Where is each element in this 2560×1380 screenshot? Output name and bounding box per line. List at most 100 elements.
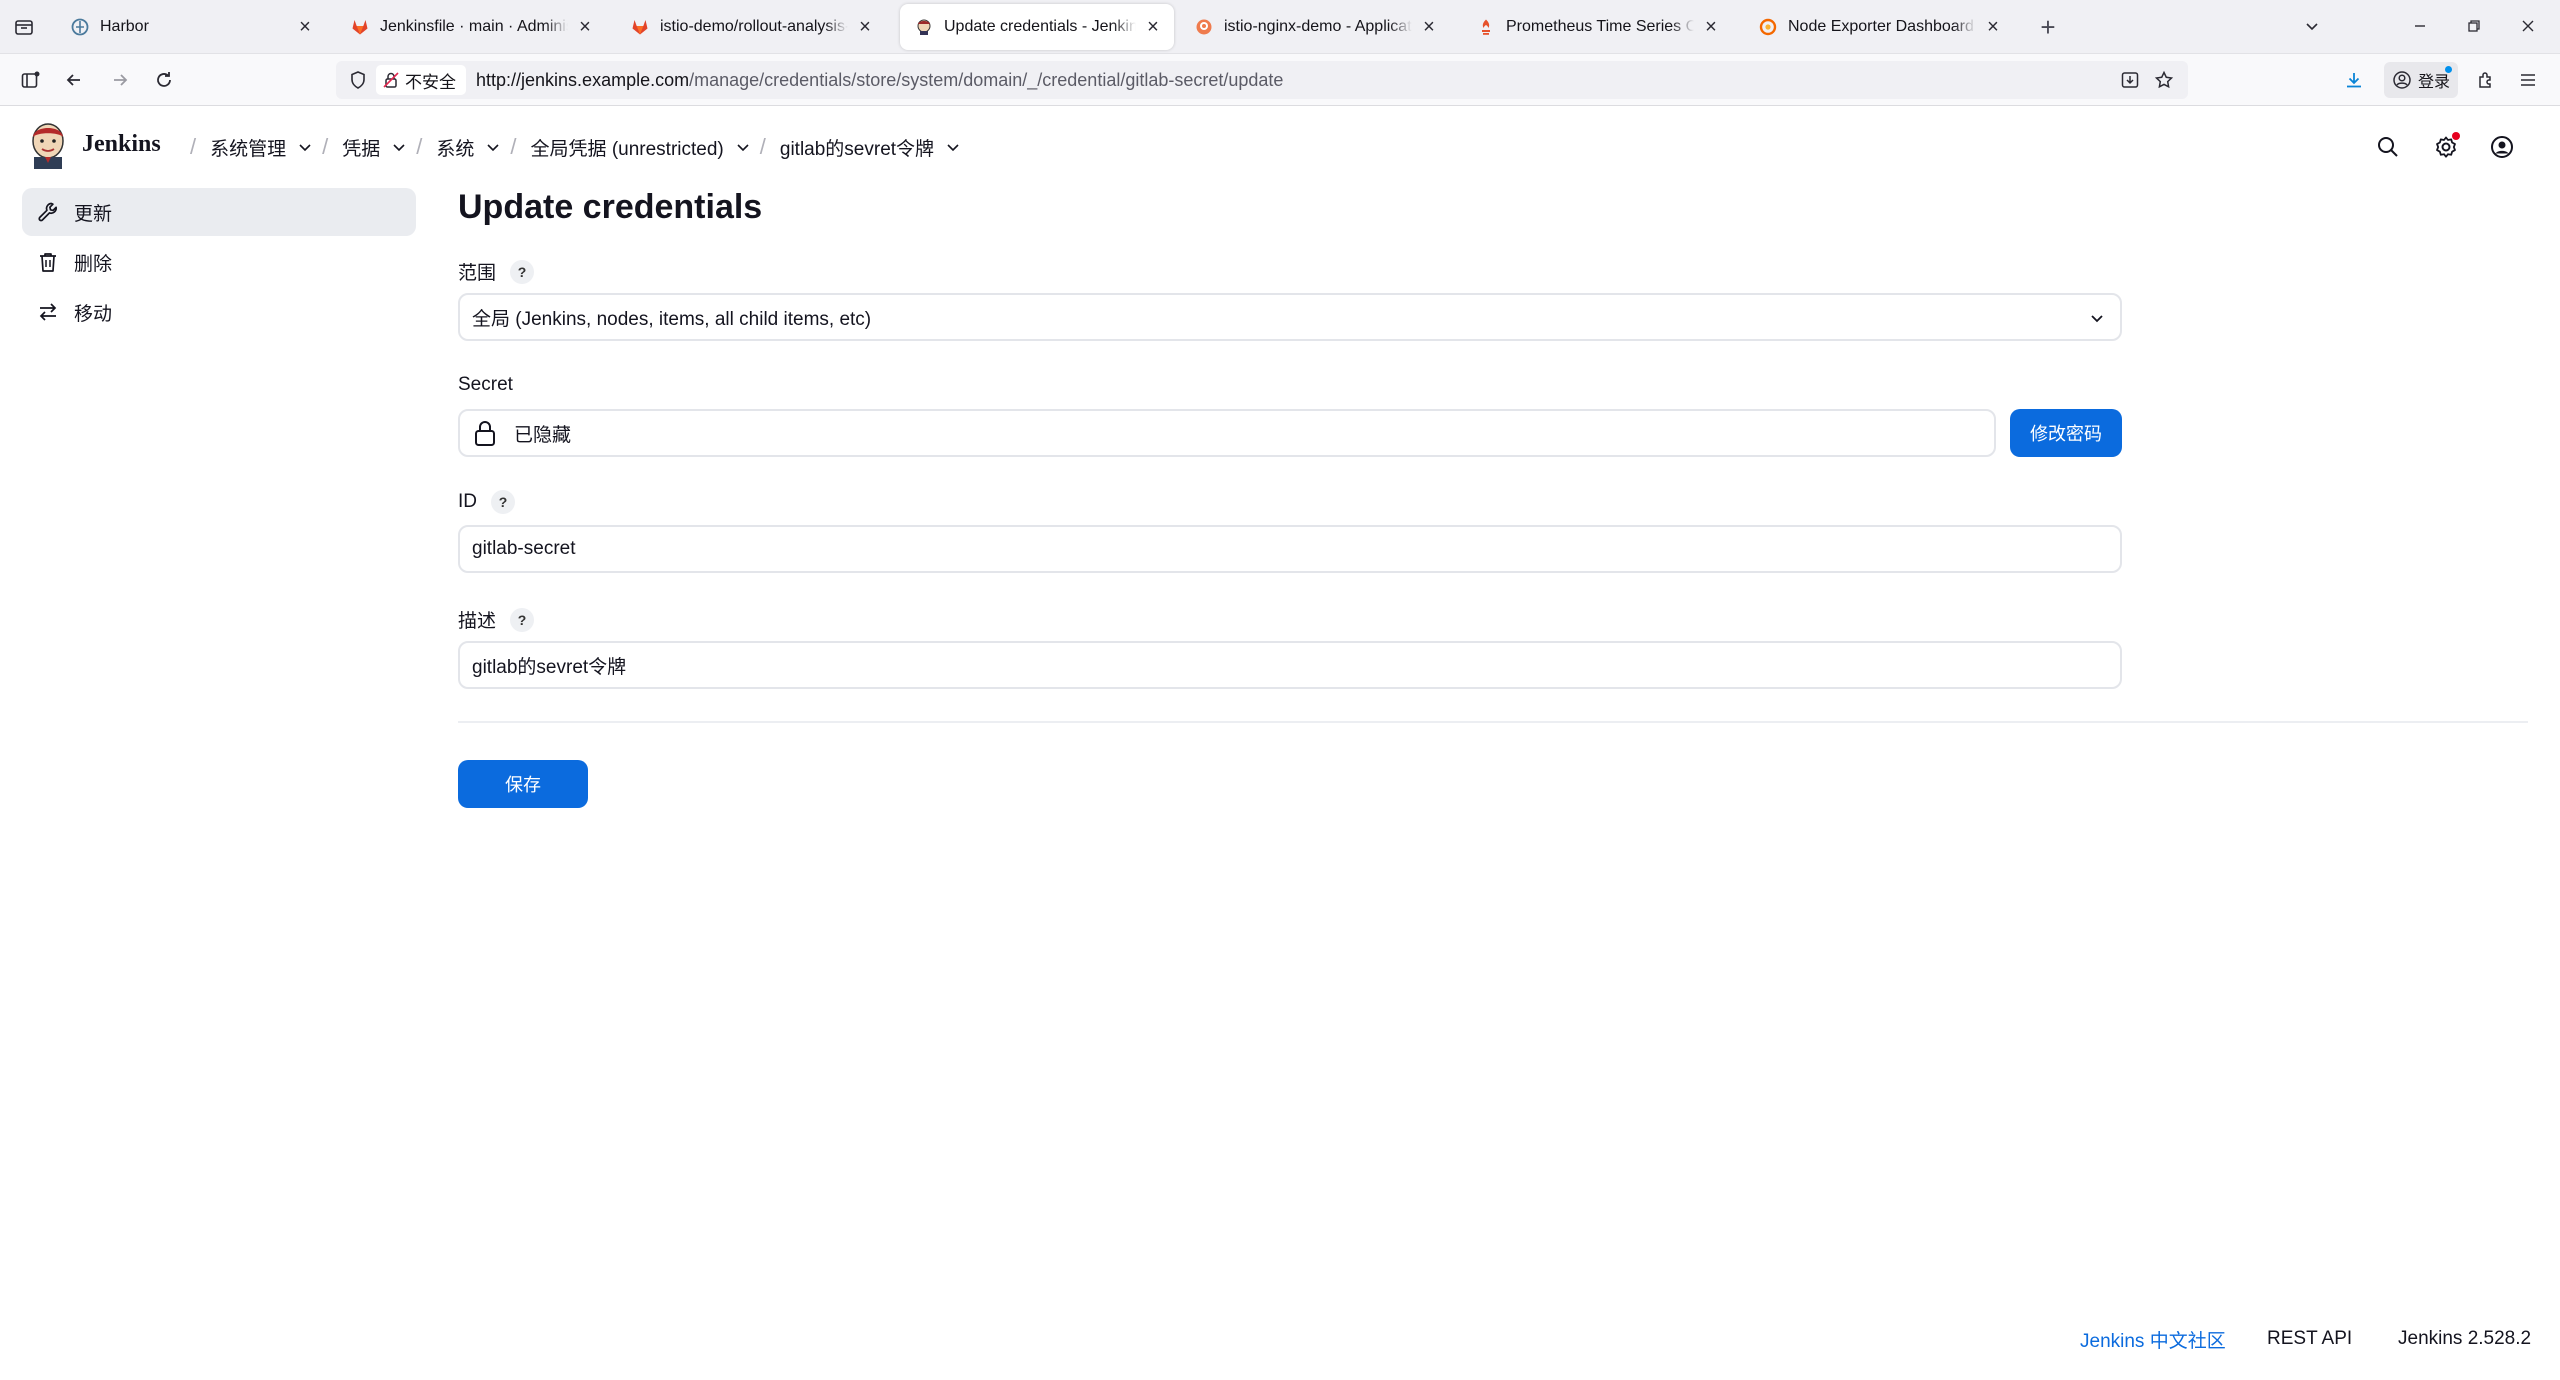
extensions-puzzle-icon[interactable] [2470, 64, 2502, 96]
description-help-icon[interactable]: ? [510, 607, 535, 632]
jenkins-brand-link[interactable]: Jenkins [82, 131, 161, 158]
connection-not-secure-badge[interactable]: 不安全 [376, 65, 466, 95]
breadcrumb-item-gitlab-token[interactable]: gitlab的sevret令牌 [780, 134, 960, 161]
tab-close-icon[interactable]: × [574, 16, 596, 38]
task-sidebar: 更新 删除 移动 [22, 188, 416, 338]
breadcrumb-item-global-credentials[interactable]: 全局凭据 (unrestricted) [531, 134, 750, 161]
tab-overview-icon[interactable] [8, 11, 40, 43]
breadcrumb-item-system[interactable]: 系统 [436, 134, 500, 161]
id-label: ID ? [458, 490, 515, 514]
sidebar-item-delete[interactable]: 删除 [22, 238, 416, 286]
sidebar-item-move[interactable]: 移动 [22, 288, 416, 336]
page-install-icon[interactable] [2120, 70, 2140, 90]
chevron-down-icon[interactable] [392, 140, 406, 154]
browser-tab-istio-nginx-demo[interactable]: istio-nginx-demo - Application × [1180, 4, 1450, 50]
restore-window-icon[interactable] [2456, 10, 2492, 42]
breadcrumb-label[interactable]: 凭据 [342, 134, 380, 161]
manage-jenkins-gear-icon[interactable] [2428, 129, 2464, 165]
id-input[interactable]: gitlab-secret [458, 525, 2122, 573]
tab-title: Prometheus Time Series Collection [1506, 18, 1694, 35]
tab-title: Jenkinsfile · main · Administrator [380, 18, 568, 35]
gitlab-icon [630, 17, 650, 37]
search-icon[interactable] [2370, 129, 2406, 165]
chevron-down-icon[interactable] [298, 140, 312, 154]
tab-close-icon[interactable]: × [294, 16, 316, 38]
account-icon [2393, 71, 2411, 89]
sidebar-item-label: 删除 [74, 253, 113, 275]
jenkins-icon [914, 17, 934, 37]
save-button[interactable]: 保存 [458, 760, 588, 808]
footer-version-button[interactable]: Jenkins 2.528.2 [2398, 1324, 2531, 1354]
community-link-text[interactable]: Jenkins 中文社区 [2080, 1326, 2226, 1353]
app-menu-hamburger-icon[interactable] [2512, 64, 2544, 96]
breadcrumb: / 系统管理 / 凭据 / 系统 / 全局凭据 (unrestricted) /… [180, 132, 960, 162]
chevron-down-icon[interactable] [946, 140, 960, 154]
downloads-icon[interactable] [2338, 64, 2370, 96]
tab-close-icon[interactable]: × [854, 16, 876, 38]
browser-tab-node-exporter[interactable]: Node Exporter Dashboard EN × [1744, 4, 2014, 50]
description-label: 描述 ? [458, 606, 535, 633]
tracking-protection-shield-icon[interactable] [348, 70, 368, 90]
sidebar-toggle-icon[interactable] [14, 64, 46, 96]
account-login-button[interactable]: 登录 [2384, 62, 2458, 98]
trash-icon [36, 250, 60, 274]
description-label-text: 描述 [458, 611, 497, 632]
url-host: http://jenkins.example.com [476, 70, 690, 90]
breadcrumb-label[interactable]: 系统 [436, 134, 474, 161]
forward-arrow-icon[interactable] [104, 64, 136, 96]
breadcrumb-label[interactable]: 系统管理 [210, 134, 286, 161]
id-label-text: ID [458, 491, 477, 512]
user-account-icon[interactable] [2484, 129, 2520, 165]
url-path: /manage/credentials/store/system/domain/… [689, 70, 1284, 90]
url-text[interactable]: http://jenkins.example.com/manage/creden… [476, 70, 1283, 91]
footer-community-link[interactable]: Jenkins 中文社区 [2080, 1324, 2226, 1354]
breadcrumb-separator: / [322, 134, 329, 159]
scope-select[interactable]: 全局 (Jenkins, nodes, items, all child ite… [458, 293, 2122, 341]
tab-close-icon[interactable]: × [1142, 16, 1164, 38]
secret-field[interactable]: 已隐藏 [458, 409, 1996, 457]
browser-tab-jenkinsfile[interactable]: Jenkinsfile · main · Administrator × [336, 4, 606, 50]
chevron-down-icon[interactable] [736, 140, 750, 154]
scope-help-icon[interactable]: ? [510, 259, 535, 284]
breadcrumb-label[interactable]: 全局凭据 (unrestricted) [531, 134, 724, 161]
jenkins-logo-icon[interactable] [28, 121, 68, 169]
breadcrumb-item-system-admin[interactable]: 系统管理 [210, 134, 312, 161]
sidebar-item-label: 更新 [74, 203, 113, 225]
jenkins-header: Jenkins / 系统管理 / 凭据 / 系统 / 全局凭据 (unrestr… [0, 107, 2560, 187]
description-input-value: gitlab的sevret令牌 [472, 656, 627, 678]
tab-close-icon[interactable]: × [1418, 16, 1440, 38]
breadcrumb-item-credentials[interactable]: 凭据 [342, 134, 406, 161]
security-label: 不安全 [405, 72, 456, 92]
form-divider [458, 721, 2528, 723]
browser-tab-rollout-analysis[interactable]: istio-demo/rollout-analysis-template × [616, 4, 886, 50]
page-title: Update credentials [458, 188, 763, 226]
url-bar[interactable]: 不安全 http://jenkins.example.com/manage/cr… [336, 61, 2188, 99]
footer-rest-api-link[interactable]: REST API [2267, 1324, 2352, 1354]
id-help-icon[interactable]: ? [491, 490, 515, 514]
change-password-button[interactable]: 修改密码 [2010, 409, 2122, 457]
new-tab-button[interactable]: + [2032, 11, 2064, 43]
secret-concealed-value: 已隐藏 [514, 424, 572, 446]
harbor-icon [70, 17, 90, 37]
wrench-icon [36, 200, 60, 224]
breadcrumb-separator: / [510, 134, 517, 159]
minimize-window-icon[interactable] [2402, 10, 2438, 42]
tab-title: Harbor [100, 18, 149, 35]
browser-tab-harbor[interactable]: Harbor × [56, 4, 326, 50]
breadcrumb-separator: / [759, 134, 766, 159]
notification-dot [2452, 132, 2460, 140]
tab-close-icon[interactable]: × [1700, 16, 1722, 38]
list-all-tabs-icon[interactable] [2294, 10, 2330, 42]
back-arrow-icon[interactable] [58, 64, 90, 96]
bookmark-star-icon[interactable] [2154, 70, 2174, 90]
browser-tab-update-credentials[interactable]: Update credentials - Jenkins × [900, 4, 1174, 50]
browser-tab-prometheus[interactable]: Prometheus Time Series Collection × [1462, 4, 1732, 50]
close-window-icon[interactable] [2510, 10, 2546, 42]
chevron-down-icon[interactable] [486, 140, 500, 154]
prometheus-icon [1476, 17, 1496, 37]
breadcrumb-label[interactable]: gitlab的sevret令牌 [780, 134, 934, 161]
reload-icon[interactable] [148, 64, 180, 96]
description-input[interactable]: gitlab的sevret令牌 [458, 641, 2122, 689]
sidebar-item-update[interactable]: 更新 [22, 188, 416, 236]
tab-close-icon[interactable]: × [1982, 16, 2004, 38]
